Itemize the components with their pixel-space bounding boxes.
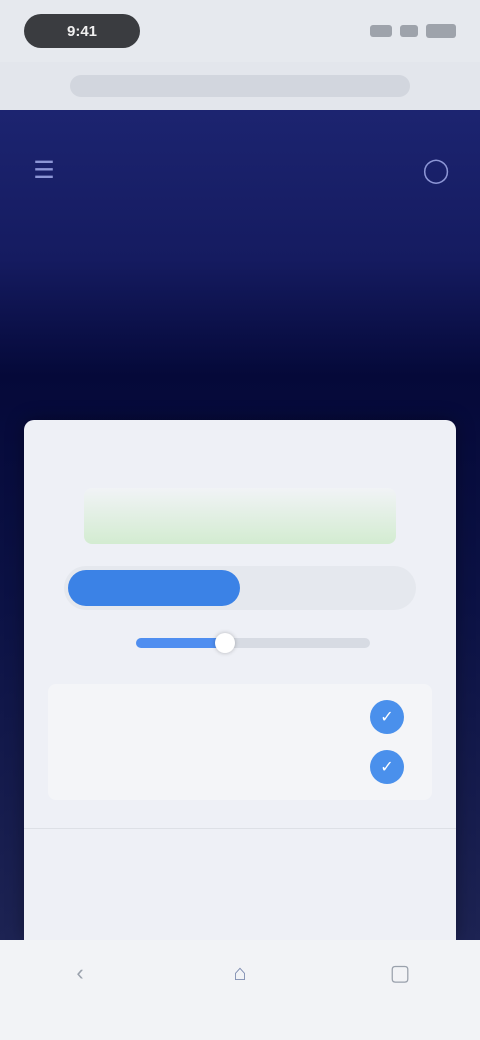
browser-url-bar[interactable] — [0, 62, 480, 110]
progress-thumb[interactable] — [214, 633, 235, 653]
segmented-control — [64, 566, 416, 610]
progress-fill — [136, 638, 225, 648]
check-icon[interactable]: ✓ — [370, 700, 404, 734]
progress-slider[interactable] — [136, 633, 370, 653]
hero-nav: ☰ ◯ — [26, 150, 454, 190]
url-text[interactable] — [70, 75, 410, 97]
signal-icon — [370, 25, 392, 37]
modal-card: ✓ ✓ — [24, 420, 456, 940]
wifi-icon — [400, 25, 418, 37]
success-banner — [84, 488, 396, 544]
battery-icon — [426, 24, 456, 38]
progress-row — [70, 628, 410, 658]
status-icons — [370, 24, 456, 38]
divider — [24, 828, 456, 829]
status-time: 9:41 — [24, 14, 140, 48]
tabs-icon[interactable]: ▢ — [383, 956, 417, 990]
back-icon[interactable]: ‹ — [63, 956, 97, 990]
option-row[interactable]: ✓ — [48, 692, 432, 742]
home-icon[interactable]: ⌂ — [223, 956, 257, 990]
card-header — [24, 420, 456, 460]
status-bar: 9:41 — [0, 0, 480, 62]
segment-option-1[interactable] — [68, 570, 240, 606]
browser-bottom-bar: ‹ ⌂ ▢ — [0, 940, 480, 1040]
options-list: ✓ ✓ — [48, 684, 432, 800]
check-icon[interactable]: ✓ — [370, 750, 404, 784]
user-icon[interactable]: ◯ — [418, 152, 454, 188]
card-action-button[interactable] — [180, 859, 300, 889]
option-row[interactable]: ✓ — [48, 742, 432, 792]
menu-icon[interactable]: ☰ — [26, 152, 62, 188]
segment-option-2[interactable] — [240, 570, 412, 606]
